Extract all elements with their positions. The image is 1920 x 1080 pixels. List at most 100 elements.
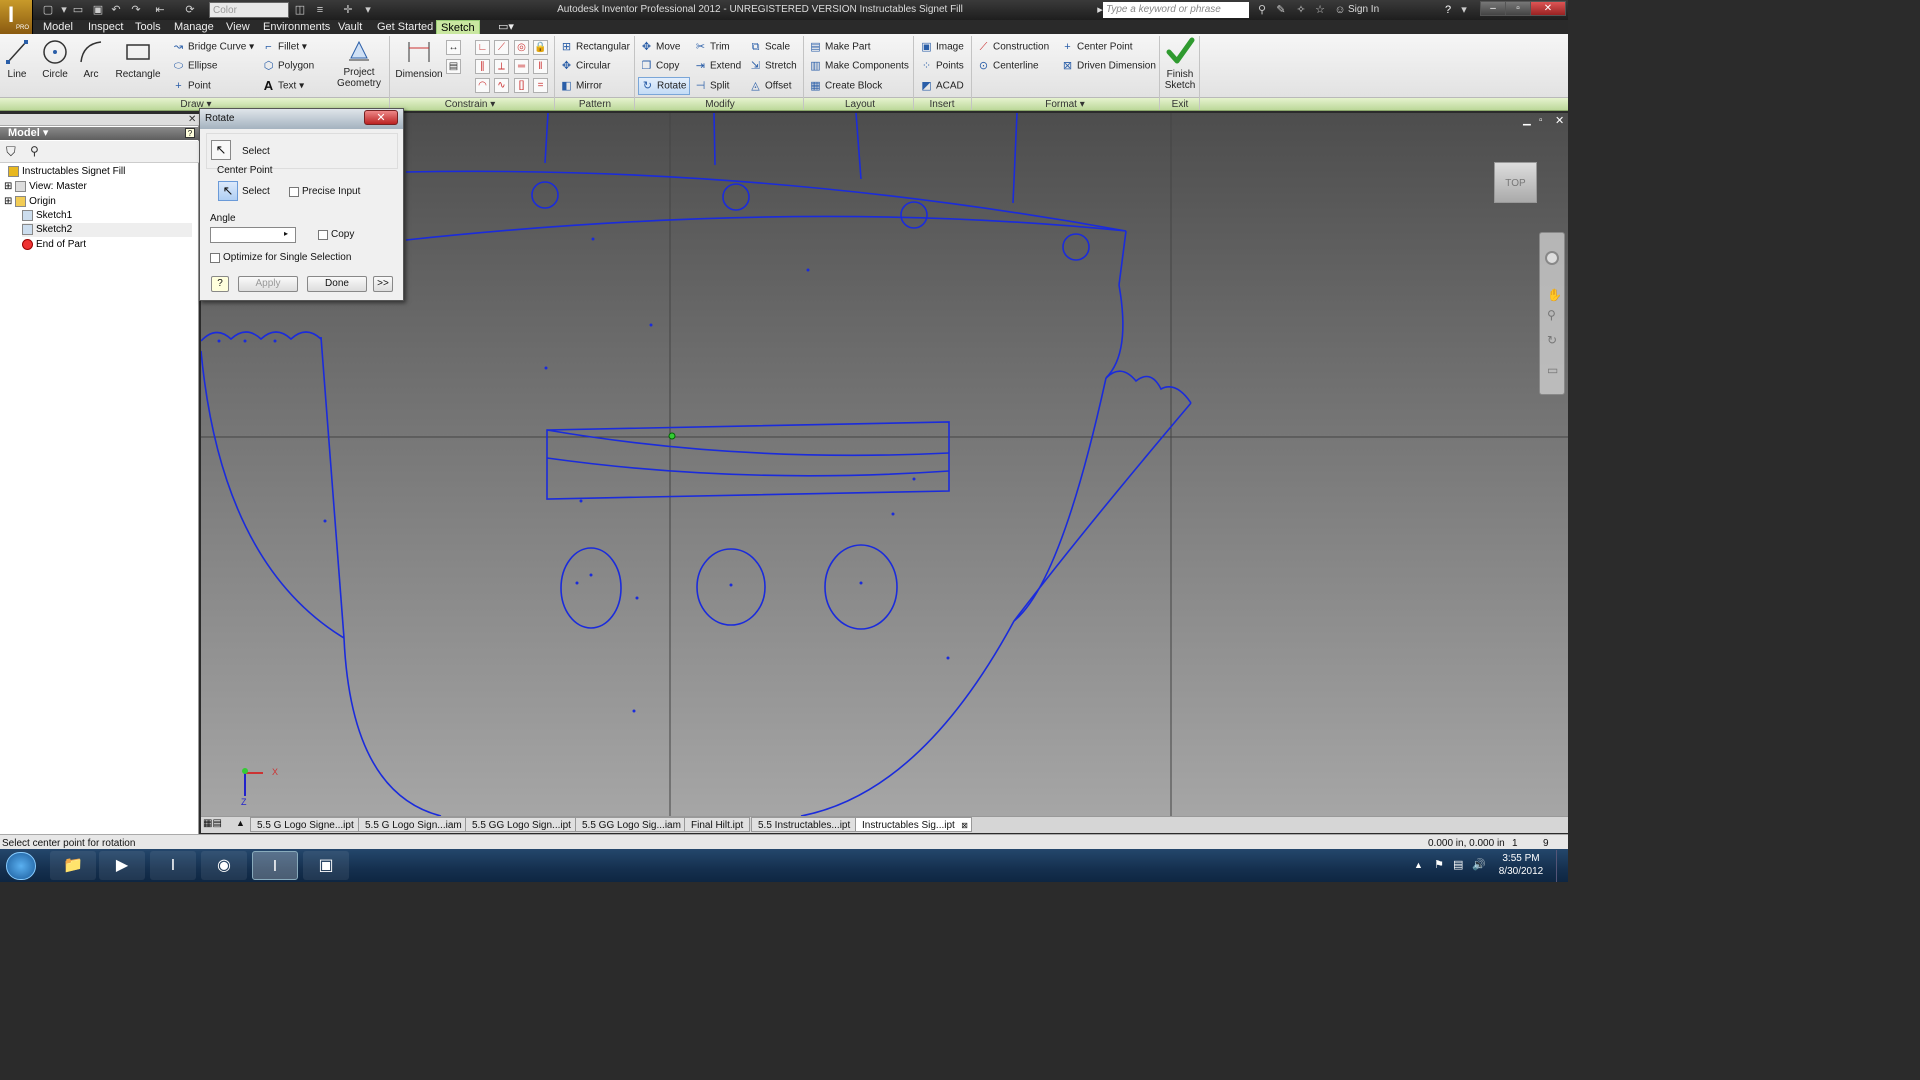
undo-icon[interactable]: ↶: [108, 3, 124, 17]
tab-vault[interactable]: Vault: [334, 20, 366, 34]
network-icon[interactable]: ▤: [1453, 858, 1463, 871]
points-button[interactable]: ⁘ Points: [920, 60, 964, 72]
help-dropdown-icon[interactable]: ▾: [1456, 3, 1472, 17]
tab-sketch[interactable]: Sketch: [436, 20, 480, 34]
offset-button[interactable]: ◬ Offset: [749, 80, 791, 92]
tab-view[interactable]: View: [222, 20, 254, 34]
smooth-constraint-icon[interactable]: ∿: [494, 78, 509, 93]
tab-get-started[interactable]: Get Started: [373, 20, 437, 34]
color-select[interactable]: Color: [209, 2, 289, 18]
apply-button[interactable]: Apply: [238, 276, 298, 292]
format-panel-label[interactable]: Format ▾: [1030, 98, 1100, 111]
document-tab-active[interactable]: Instructables Sig...ipt ⊠: [855, 817, 972, 832]
driven-dimension-button[interactable]: ⊠ Driven Dimension: [1061, 60, 1156, 72]
equal-constraint-icon[interactable]: =: [533, 78, 548, 93]
browser-close-icon[interactable]: ✕: [188, 114, 196, 125]
dialog-close-button[interactable]: ✕: [364, 110, 398, 125]
split-button[interactable]: ⊣ Split: [694, 80, 730, 92]
fillet-button[interactable]: ⌐ Fillet ▾: [262, 41, 307, 53]
make-part-button[interactable]: ▤ Make Part: [809, 41, 870, 53]
finish-sketch-button[interactable]: Finish Sketch: [1161, 36, 1199, 91]
tab-model[interactable]: Model: [39, 20, 77, 34]
tile-windows-icon[interactable]: ▦▤: [203, 818, 222, 829]
vertical-constraint-icon[interactable]: ‖: [533, 59, 548, 74]
new-icon[interactable]: ▢: [40, 3, 56, 17]
document-tab[interactable]: 5.5 G Logo Signe...ipt: [250, 817, 361, 832]
browser-header[interactable]: Model ▾: [0, 127, 199, 140]
viewport-minimize-icon[interactable]: ▁: [1523, 115, 1531, 126]
filter-icon[interactable]: ⛉: [6, 144, 16, 160]
graphics-window[interactable]: [201, 113, 1568, 816]
polygon-button[interactable]: ⬡ Polygon: [262, 60, 314, 72]
close-button[interactable]: ✕: [1530, 1, 1566, 16]
chrome-taskbar-icon[interactable]: ◉: [201, 851, 247, 880]
powerpoint-taskbar-icon[interactable]: ▣: [303, 851, 349, 880]
centerline-button[interactable]: ⊙ Centerline: [977, 60, 1039, 72]
return-icon[interactable]: ⇤: [152, 3, 168, 17]
copy-checkbox[interactable]: [318, 230, 328, 240]
document-tab[interactable]: 5.5 G Logo Sign...iam: [358, 817, 469, 832]
tab-close-icon[interactable]: ⊠: [961, 818, 968, 833]
satellite-icon[interactable]: ✧: [1293, 3, 1309, 17]
explorer-taskbar-icon[interactable]: 📁: [50, 851, 96, 880]
ellipse-button[interactable]: ⬭ Ellipse: [172, 60, 218, 72]
auto-dimension-icon[interactable]: ↔: [446, 40, 461, 55]
tangent-constraint-icon[interactable]: ◠: [475, 78, 490, 93]
tree-item-origin[interactable]: ⊞ Origin: [4, 195, 56, 209]
point-button[interactable]: + Point: [172, 80, 211, 92]
optimize-checkbox[interactable]: [210, 253, 220, 263]
extend-button[interactable]: ⇥ Extend: [694, 60, 741, 72]
document-tab[interactable]: Final Hilt.ipt: [684, 817, 751, 832]
tray-expand-icon[interactable]: ▲: [1414, 860, 1423, 870]
viewport-restore-icon[interactable]: ▫: [1539, 115, 1543, 126]
bridge-curve-button[interactable]: ↝ Bridge Curve ▾: [172, 41, 254, 53]
parallel-constraint-icon[interactable]: ∥: [475, 59, 490, 74]
tab-inspect[interactable]: Inspect: [84, 20, 127, 34]
tree-item-end-of-part[interactable]: End of Part: [22, 238, 86, 252]
sketch-origin-icon[interactable]: ✛: [340, 3, 356, 17]
action-center-icon[interactable]: ⚑: [1434, 858, 1444, 871]
angle-expand-icon[interactable]: ▸: [284, 229, 288, 238]
document-tab[interactable]: 5.5 Instructables...ipt: [751, 817, 858, 832]
inventor-active-taskbar-icon[interactable]: I: [252, 851, 298, 880]
trim-button[interactable]: ✂ Trim: [694, 41, 730, 53]
redo-icon[interactable]: ↷: [128, 3, 144, 17]
line-button[interactable]: Line: [2, 38, 32, 80]
select-arrow-button[interactable]: ↖: [211, 140, 231, 160]
rotate-button[interactable]: ↻ Rotate: [638, 77, 690, 95]
help-icon[interactable]: ?: [1440, 3, 1456, 17]
copy-button[interactable]: ❐ Copy: [640, 60, 680, 72]
tab-tools[interactable]: Tools: [131, 20, 165, 34]
acad-button[interactable]: ◩ ACAD: [920, 80, 964, 92]
ribbon-display-toggle-icon[interactable]: ▭▾: [494, 20, 518, 34]
start-button[interactable]: [6, 852, 36, 880]
qat-customize-icon[interactable]: ▾: [360, 3, 376, 17]
browser-grip[interactable]: [0, 114, 199, 126]
horizontal-constraint-icon[interactable]: ═: [514, 59, 529, 74]
save-icon[interactable]: ▣: [90, 3, 106, 17]
coincident-constraint-icon[interactable]: ∟: [475, 40, 490, 55]
center-point-button[interactable]: + Center Point: [1061, 41, 1132, 53]
dimension-button[interactable]: Dimension: [393, 38, 445, 80]
rectangle-button[interactable]: Rectangle: [114, 38, 162, 80]
symmetric-constraint-icon[interactable]: []: [514, 78, 529, 93]
show-constraints-icon[interactable]: ▤: [446, 59, 461, 74]
scale-button[interactable]: ⧉ Scale: [749, 41, 790, 53]
dialog-help-button[interactable]: ?: [211, 276, 229, 292]
open-icon[interactable]: ▭: [70, 3, 86, 17]
done-button[interactable]: Done: [307, 276, 367, 292]
constrain-panel-label[interactable]: Constrain ▾: [430, 98, 510, 111]
project-geometry-button[interactable]: Project Geometry: [334, 38, 384, 89]
create-block-button[interactable]: ▦ Create Block: [809, 80, 882, 92]
media-player-taskbar-icon[interactable]: ▶: [99, 851, 145, 880]
orbit-icon[interactable]: ↻: [1547, 333, 1557, 347]
look-at-icon[interactable]: ▭: [1547, 363, 1558, 377]
text-button[interactable]: A Text ▾: [262, 79, 304, 92]
arc-button[interactable]: Arc: [76, 38, 106, 80]
update-icon[interactable]: ⟳: [182, 3, 198, 17]
document-tab[interactable]: 5.5 GG Logo Sign...ipt: [465, 817, 578, 832]
stretch-button[interactable]: ⇲ Stretch: [749, 60, 797, 72]
steering-wheel-icon[interactable]: [1545, 251, 1559, 265]
volume-icon[interactable]: 🔊: [1472, 858, 1486, 871]
binoculars-icon[interactable]: ⚲: [1254, 3, 1270, 17]
